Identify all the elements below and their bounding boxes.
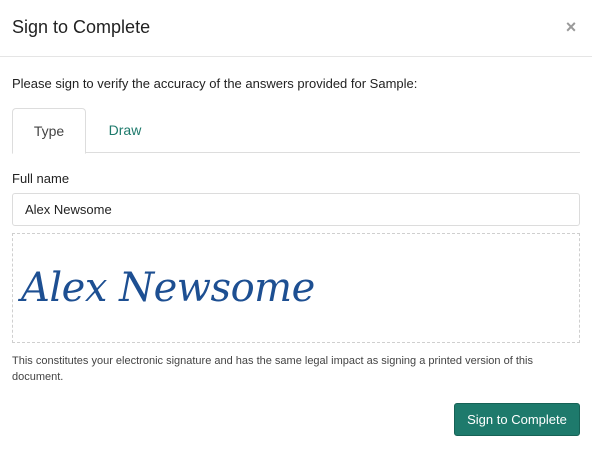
sign-to-complete-button[interactable]: Sign to Complete	[454, 403, 580, 436]
tab-type[interactable]: Type	[12, 108, 86, 154]
tab-draw[interactable]: Draw	[90, 108, 160, 153]
legal-disclaimer: This constitutes your electronic signatu…	[12, 355, 533, 383]
signature-tabs: Type Draw	[12, 108, 580, 154]
full-name-label: Full name	[12, 171, 70, 186]
modal-header: Sign to Complete ×	[0, 0, 592, 57]
close-icon[interactable]: ×	[564, 17, 578, 37]
modal-title: Sign to Complete	[12, 17, 151, 37]
instructions-text: Please sign to verify the accuracy of th…	[12, 76, 418, 91]
sign-modal: Sign to Complete × Please sign to verify…	[0, 0, 592, 463]
full-name-input[interactable]	[12, 193, 580, 226]
signature-text: Alex Newsome	[21, 265, 315, 311]
signature-preview: Alex Newsome	[12, 233, 580, 343]
